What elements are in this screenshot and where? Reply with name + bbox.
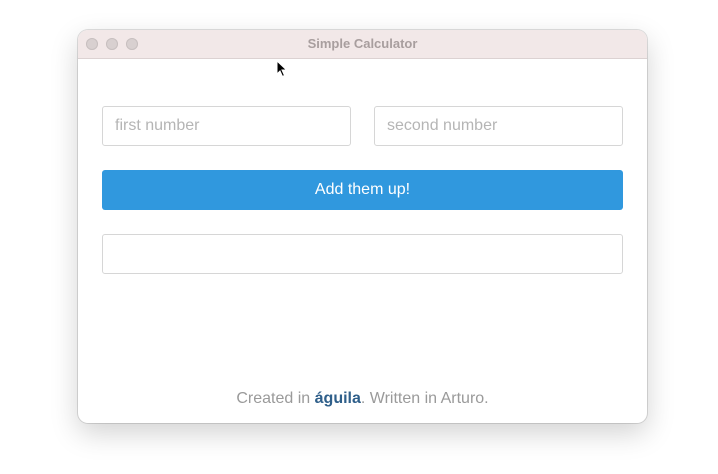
footer-suffix: . Written in Arturo. (360, 390, 489, 407)
mouse-cursor-icon (276, 60, 288, 78)
window-title: Simple Calculator (307, 36, 418, 51)
result-field[interactable] (102, 234, 623, 274)
footer-credit: Created in águila. Written in Arturo. (78, 390, 647, 408)
first-number-input[interactable] (102, 106, 351, 146)
footer-prefix: Created in (236, 390, 315, 407)
title-bar[interactable]: Simple Calculator (78, 30, 647, 59)
app-window: Simple Calculator Add them up! Created i… (78, 30, 647, 423)
brand-name: águila (314, 390, 361, 407)
add-button[interactable]: Add them up! (102, 170, 623, 210)
desktop: Simple Calculator Add them up! Created i… (0, 0, 718, 474)
second-number-input[interactable] (374, 106, 623, 146)
